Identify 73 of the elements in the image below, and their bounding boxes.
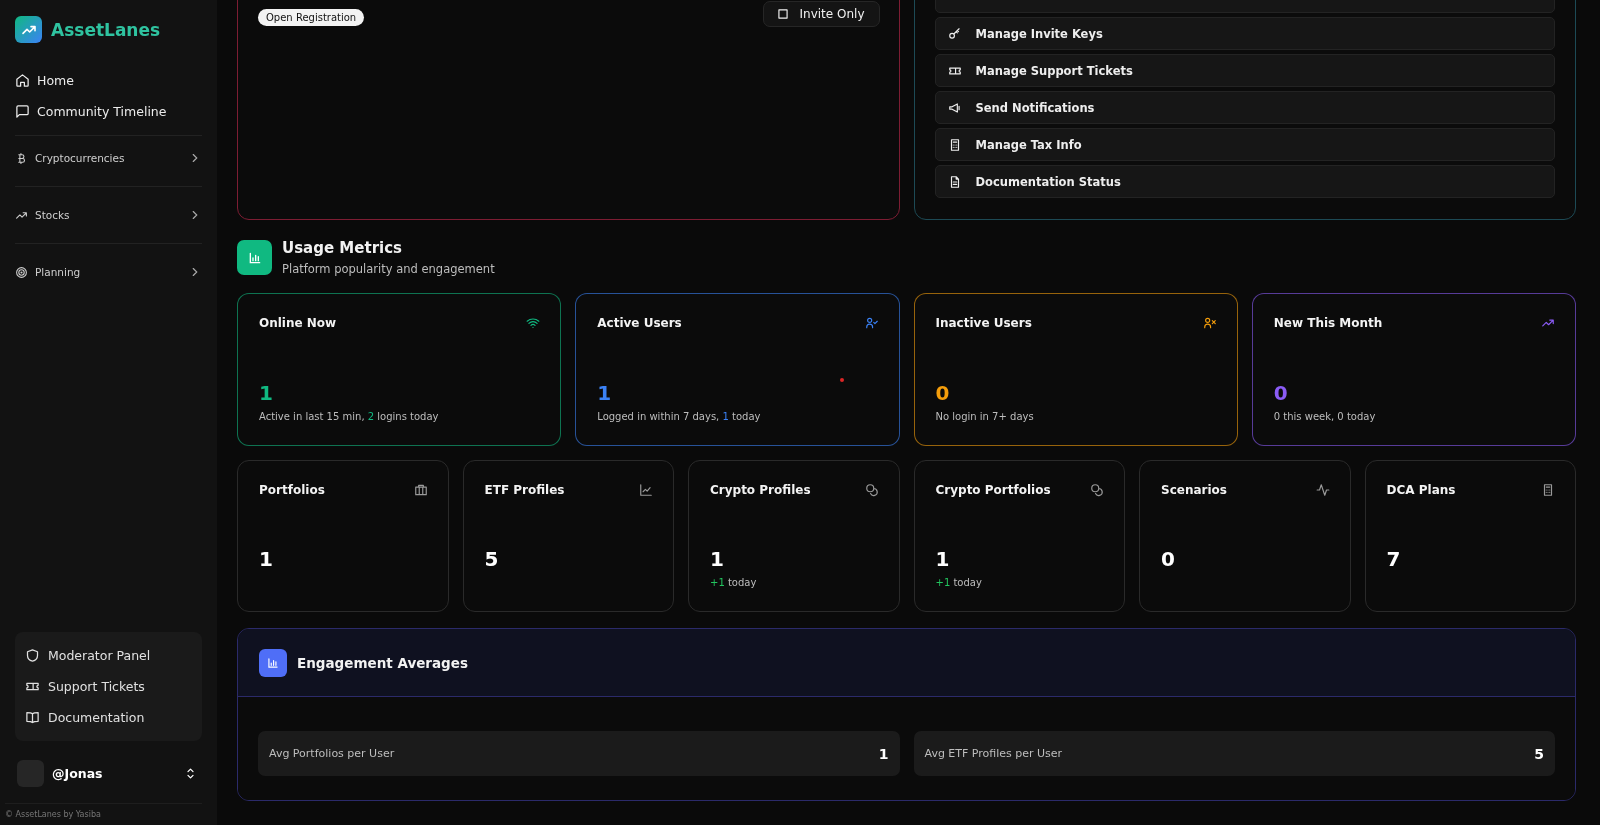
stat-label: Avg ETF Profiles per User — [924, 747, 1063, 760]
count-delta: +1 today — [710, 577, 758, 590]
metric-value: 0 — [935, 381, 951, 405]
coins-icon — [864, 483, 879, 497]
admin-menu-item[interactable]: Documentation Status — [934, 165, 1555, 198]
key-icon — [947, 26, 962, 41]
admin-menu-item[interactable]: Manage Invite Keys — [934, 17, 1555, 50]
count-value: 1 — [935, 547, 951, 571]
target-icon — [15, 265, 28, 279]
admin-menu-item[interactable]: Send Notifications — [934, 91, 1555, 124]
user-menu[interactable]: @Jonas — [15, 757, 202, 789]
metric-detail: Logged in within 7 days, 1 today — [597, 411, 762, 424]
trend-up-icon — [1541, 316, 1555, 330]
calculator-icon — [1541, 483, 1555, 497]
logo-icon — [15, 16, 42, 43]
metric-title: Online Now — [259, 316, 337, 330]
metric-value: 1 — [597, 381, 613, 405]
count-value: 0 — [1161, 547, 1176, 571]
tool-link[interactable]: Support Tickets — [25, 671, 192, 702]
nav-group[interactable]: Cryptocurrencies — [15, 144, 202, 172]
count-value: 7 — [1386, 547, 1402, 571]
user-check-icon — [864, 316, 879, 330]
count-title: Crypto Profiles — [710, 483, 811, 497]
wifi-icon — [526, 316, 541, 330]
stat-value: 5 — [1534, 745, 1544, 762]
card-title: Engagement Averages — [297, 654, 468, 671]
metric-value: 1 — [259, 381, 274, 405]
metric-title: Active Users — [597, 316, 682, 330]
user-x-icon — [1202, 316, 1217, 330]
line-chart-icon — [639, 483, 653, 497]
count-title: ETF Profiles — [484, 483, 565, 497]
nav-group[interactable]: Stocks — [15, 201, 202, 229]
tool-link[interactable]: Moderator Panel — [25, 640, 192, 671]
invite-only-button[interactable]: Invite Only — [762, 1, 880, 27]
nav-item[interactable]: Community Timeline — [15, 96, 202, 127]
pulse-icon — [1315, 483, 1330, 497]
count-value: 1 — [259, 547, 274, 571]
count-title: Crypto Portfolios — [935, 483, 1051, 497]
admin-menu-item[interactable]: Manage Tax Info — [934, 128, 1555, 161]
book-icon — [25, 710, 40, 725]
count-value: 1 — [710, 547, 725, 571]
section-title: Usage Metrics — [282, 239, 403, 257]
admin-menu-item[interactable]: Manage Support Tickets — [934, 54, 1555, 87]
count-title: Scenarios — [1161, 483, 1227, 497]
home-icon — [15, 73, 30, 88]
bar-chart-icon — [259, 648, 287, 677]
count-title: Portfolios — [259, 483, 325, 497]
tool-link[interactable]: Documentation — [25, 702, 192, 733]
megaphone-icon — [947, 100, 962, 115]
coins-icon — [1090, 483, 1104, 497]
chat-bubble-icon — [15, 104, 30, 119]
status-badge: Open Registration — [258, 9, 365, 26]
metric-title: New This Month — [1273, 316, 1383, 330]
section-subtitle: Platform popularity and engagement — [282, 262, 495, 276]
brand-name: AssetLanes — [51, 19, 161, 40]
metric-detail: No login in 7+ days — [935, 411, 1035, 424]
checkbox-icon — [775, 7, 790, 21]
metric-detail: Active in last 15 min, 2 logins today — [259, 411, 440, 424]
stat-value: 1 — [878, 745, 889, 762]
footer-text: © AssetLanes by Yasiba — [5, 803, 202, 819]
bitcoin-icon — [15, 151, 28, 165]
nav-group[interactable]: Planning — [15, 258, 202, 286]
metric-title: Inactive Users — [935, 316, 1032, 330]
briefcase-icon — [413, 483, 428, 497]
metric-detail: 0 this week, 0 today — [1273, 411, 1377, 424]
shield-icon — [25, 648, 40, 663]
count-title: DCA Plans — [1386, 483, 1456, 497]
stat-label: Avg Portfolios per User — [269, 747, 395, 760]
bar-chart-icon — [237, 240, 272, 275]
nav-item[interactable]: Home — [15, 65, 202, 96]
count-delta: +1 today — [935, 577, 983, 590]
metric-value: 0 — [1273, 381, 1289, 405]
count-value: 5 — [484, 547, 500, 571]
